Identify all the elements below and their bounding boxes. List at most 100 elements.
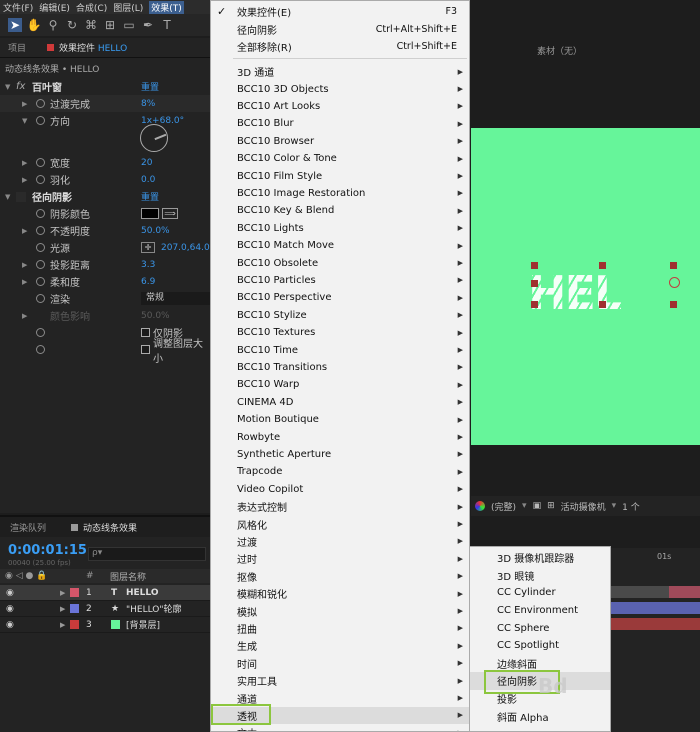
effect-radial-shadow-header[interactable]: ▼ 径向阴影 重置 [0,188,210,205]
menu-effect[interactable]: 效果(T) [149,0,184,14]
submenu-item[interactable]: CC Spotlight [470,637,610,655]
expand-triangle-icon[interactable]: ▶ [60,589,65,597]
collapse-triangle-icon[interactable]: ▶ [22,312,27,320]
menu-category-item[interactable]: BCC10 Obsolete ▶ [211,254,469,271]
bbox-handle[interactable] [599,262,606,269]
track-bar[interactable] [611,586,700,598]
stopwatch-icon[interactable] [36,158,45,167]
selection-tool-icon[interactable]: ➤ [8,18,22,32]
param-value[interactable]: 50.0% [141,226,170,236]
color-swatch[interactable] [141,208,159,219]
submenu-item[interactable]: 3D 摄像机跟踪器 [470,549,610,567]
menu-category-item[interactable]: BCC10 3D Objects ▶ [211,80,469,97]
type-tool-icon[interactable]: T [160,18,174,32]
grid-icon[interactable]: ⊞ [547,501,555,511]
menu-category-item[interactable]: CINEMA 4D ▶ [211,394,469,411]
menu-category-item[interactable]: BCC10 Image Restoration ▶ [211,185,469,202]
menu-category-item[interactable]: 过渡 ▶ [211,533,469,550]
layer-name[interactable]: HELLO [126,588,158,598]
menu-category-item[interactable]: BCC10 Warp ▶ [211,376,469,393]
menu-category-item[interactable]: Trapcode ▶ [211,463,469,480]
layer-name[interactable]: [背景层] [126,618,160,631]
menu-category-item[interactable]: BCC10 Key & Blend ▶ [211,202,469,219]
track-bar[interactable] [611,602,700,614]
menu-category-item[interactable]: BCC10 Match Move ▶ [211,237,469,254]
submenu-item[interactable]: CC Environment [470,602,610,620]
tab-effect-controls[interactable]: 效果控件 HELLO [34,41,135,54]
param-shadow-color[interactable]: 阴影颜色 ⟹ [0,205,210,222]
menu-category-item[interactable]: 模糊和锐化 ▶ [211,585,469,602]
menu-category-item[interactable]: BCC10 Perspective ▶ [211,289,469,306]
eye-icon[interactable]: ◉ [6,588,14,598]
stopwatch-icon[interactable] [36,99,45,108]
menu-item-effect-controls[interactable]: ✓ 效果控件(E) F3 [211,3,469,20]
menu-category-item[interactable]: BCC10 Stylize ▶ [211,307,469,324]
dropdown-arrow-icon[interactable]: ▾ [522,501,527,511]
param-value[interactable]: 207.0,64.0 [161,243,210,253]
layer-search-input[interactable]: ρ▾ [88,547,206,561]
menu-item-remove-all[interactable]: 全部移除(R) Ctrl+Shift+E [211,38,469,55]
eye-icon[interactable]: ◉ [6,604,14,614]
fx-toggle-icon[interactable] [16,191,26,202]
menu-category-item[interactable]: BCC10 Color & Tone ▶ [211,150,469,167]
menu-category-item[interactable]: BCC10 Transitions ▶ [211,359,469,376]
menu-category-item[interactable]: BCC10 Blur ▶ [211,115,469,132]
menu-category-item[interactable]: BCC10 Film Style ▶ [211,167,469,184]
menu-category-item[interactable]: 扭曲 ▶ [211,620,469,637]
param-feather[interactable]: ▶ 羽化 0.0 [0,171,210,188]
menu-category-item[interactable]: 风格化 ▶ [211,515,469,532]
menu-category-item[interactable]: 生成 ▶ [211,637,469,654]
menu-category-item[interactable]: 文本▶ [211,724,469,731]
layer-color-label[interactable] [70,620,79,629]
bbox-handle[interactable] [670,262,677,269]
param-softness[interactable]: ▶ 柔和度 6.9 [0,273,210,290]
reset-link[interactable]: 重置 [141,80,159,93]
collapse-triangle-icon[interactable]: ▶ [22,159,27,167]
resize-layer-checkbox[interactable] [141,345,150,354]
param-opacity[interactable]: ▶ 不透明度 50.0% [0,222,210,239]
menu-category-item[interactable]: Synthetic Aperture ▶ [211,446,469,463]
point-target-icon[interactable]: ✛ [141,242,155,253]
stopwatch-icon[interactable] [36,294,45,303]
view-count-dropdown[interactable]: 1 个 [622,500,640,513]
collapse-triangle-icon[interactable]: ▶ [22,261,27,269]
menu-category-item[interactable]: 过时 ▶ [211,550,469,567]
layer-color-label[interactable] [70,604,79,613]
bbox-handle[interactable] [531,301,538,308]
menu-category-item[interactable]: Rowbyte ▶ [211,428,469,445]
direction-dial[interactable] [140,124,168,152]
menu-category-item[interactable]: BCC10 Art Looks ▶ [211,98,469,115]
timeline-ruler[interactable]: 01s [611,548,700,732]
tab-project[interactable]: 项目 [0,41,34,54]
fx-label[interactable]: fx [16,81,25,92]
menu-composition[interactable]: 合成(C) [76,1,107,14]
collapse-triangle-icon[interactable]: ▶ [22,176,27,184]
layer-name[interactable]: "HELLO"轮廓 [126,602,182,615]
param-value[interactable]: 6.9 [141,277,155,287]
param-projection-distance[interactable]: ▶ 投影距离 3.3 [0,256,210,273]
resolution-dropdown[interactable]: (完整) [491,500,516,513]
pan-behind-tool-icon[interactable]: ⊞ [103,18,117,32]
stopwatch-icon[interactable] [36,116,45,125]
param-color-influence[interactable]: ▶ 颜色影响 50.0% [0,307,210,324]
param-light-source[interactable]: 光源 ✛ 207.0,64.0 [0,239,210,256]
param-value[interactable]: 3.3 [141,260,155,270]
bbox-handle[interactable] [531,280,538,287]
submenu-item[interactable]: CC Sphere [470,619,610,637]
menu-category-item[interactable]: BCC10 Browser ▶ [211,133,469,150]
track-bar[interactable] [611,618,700,630]
param-transition[interactable]: ▶ 过渡完成 8% [0,95,210,112]
collapse-triangle-icon[interactable]: ▶ [22,100,27,108]
color-wheel-icon[interactable] [475,501,485,511]
camera-dropdown[interactable]: 活动摄像机 [561,500,606,513]
stopwatch-icon[interactable] [36,328,45,337]
stopwatch-icon[interactable] [36,175,45,184]
menu-category-item[interactable]: BCC10 Textures ▶ [211,324,469,341]
menu-category-item[interactable]: 抠像 ▶ [211,568,469,585]
param-value[interactable]: 1x+68.0° [141,116,184,126]
stopwatch-icon[interactable] [36,243,45,252]
rectangle-tool-icon[interactable]: ▭ [122,18,136,32]
composition-canvas[interactable]: HEL [471,128,700,445]
menu-category-item[interactable]: BCC10 Time ▶ [211,341,469,358]
menu-file[interactable]: 文件(F) [3,1,33,14]
